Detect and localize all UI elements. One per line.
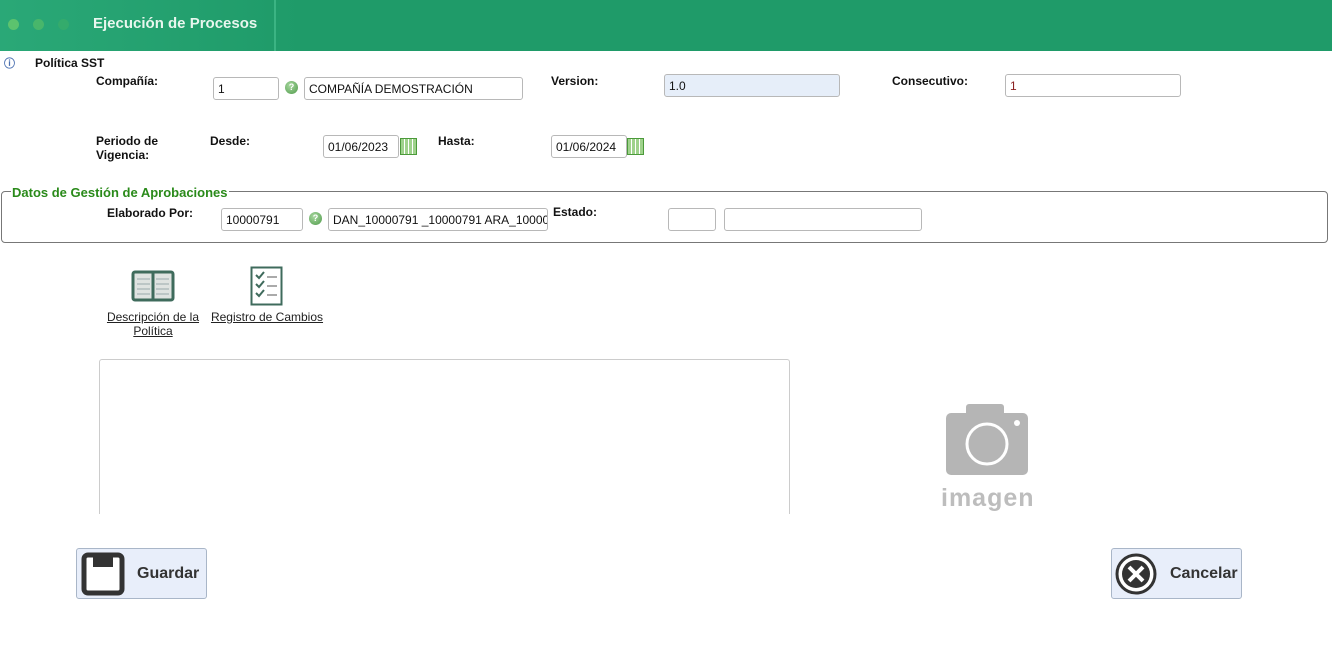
book-icon[interactable]	[131, 270, 175, 302]
cancel-label: Cancelar	[1170, 564, 1238, 582]
section-title: Política SST	[35, 56, 105, 70]
calendar-icon[interactable]	[627, 138, 644, 155]
save-label: Guardar	[137, 564, 200, 582]
to-label: Hasta:	[438, 134, 475, 148]
header-divider	[274, 0, 276, 51]
status-label: Estado:	[553, 205, 598, 219]
page-title: Ejecución de Procesos	[93, 15, 258, 32]
window-dot-icon	[33, 19, 44, 30]
consecutive-input[interactable]: 1	[1005, 74, 1181, 97]
version-label: Version:	[551, 74, 599, 88]
changes-link[interactable]: Registro de Cambios	[210, 310, 324, 324]
made-by-label: Elaborado Por:	[107, 206, 194, 220]
window-dot-icon	[8, 19, 19, 30]
consecutive-label: Consecutivo:	[892, 74, 969, 88]
from-date-input[interactable]: 01/06/2023	[323, 135, 399, 158]
help-icon[interactable]: ?	[309, 212, 322, 225]
made-by-code-input[interactable]: 10000791	[221, 208, 303, 231]
image-placeholder-text: imagen	[941, 484, 1035, 512]
description-link[interactable]: Descripción de la Política	[105, 310, 201, 338]
status-code-input[interactable]	[668, 208, 716, 231]
from-label: Desde:	[210, 134, 251, 148]
info-icon: ⓘ	[4, 58, 15, 70]
period-label: Periodo de Vigencia:	[96, 134, 159, 162]
company-code-input[interactable]: 1	[213, 77, 279, 100]
to-date-input[interactable]: 01/06/2024	[551, 135, 627, 158]
calendar-icon[interactable]	[400, 138, 417, 155]
camera-icon	[946, 404, 1028, 475]
policy-editor[interactable]	[99, 359, 790, 514]
version-input: 1.0	[664, 74, 840, 97]
approvals-legend: Datos de Gestión de Aprobaciones	[11, 185, 229, 200]
checklist-icon[interactable]	[250, 266, 284, 306]
company-name-input[interactable]: COMPAÑÍA DEMOSTRACIÓN	[304, 77, 523, 100]
cancel-button[interactable]: Cancelar	[1111, 548, 1242, 599]
save-button[interactable]: Guardar	[76, 548, 207, 599]
window-dot-icon	[58, 19, 69, 30]
status-name-input[interactable]	[724, 208, 922, 231]
company-label: Compañía:	[96, 74, 159, 88]
floppy-disk-icon	[81, 552, 125, 595]
header-bar: Ejecución de Procesos	[0, 0, 1332, 51]
made-by-name-input[interactable]: DAN_10000791 _10000791 ARA_1000079	[328, 208, 548, 231]
close-circle-icon	[1115, 553, 1157, 594]
help-icon[interactable]: ?	[285, 81, 298, 94]
